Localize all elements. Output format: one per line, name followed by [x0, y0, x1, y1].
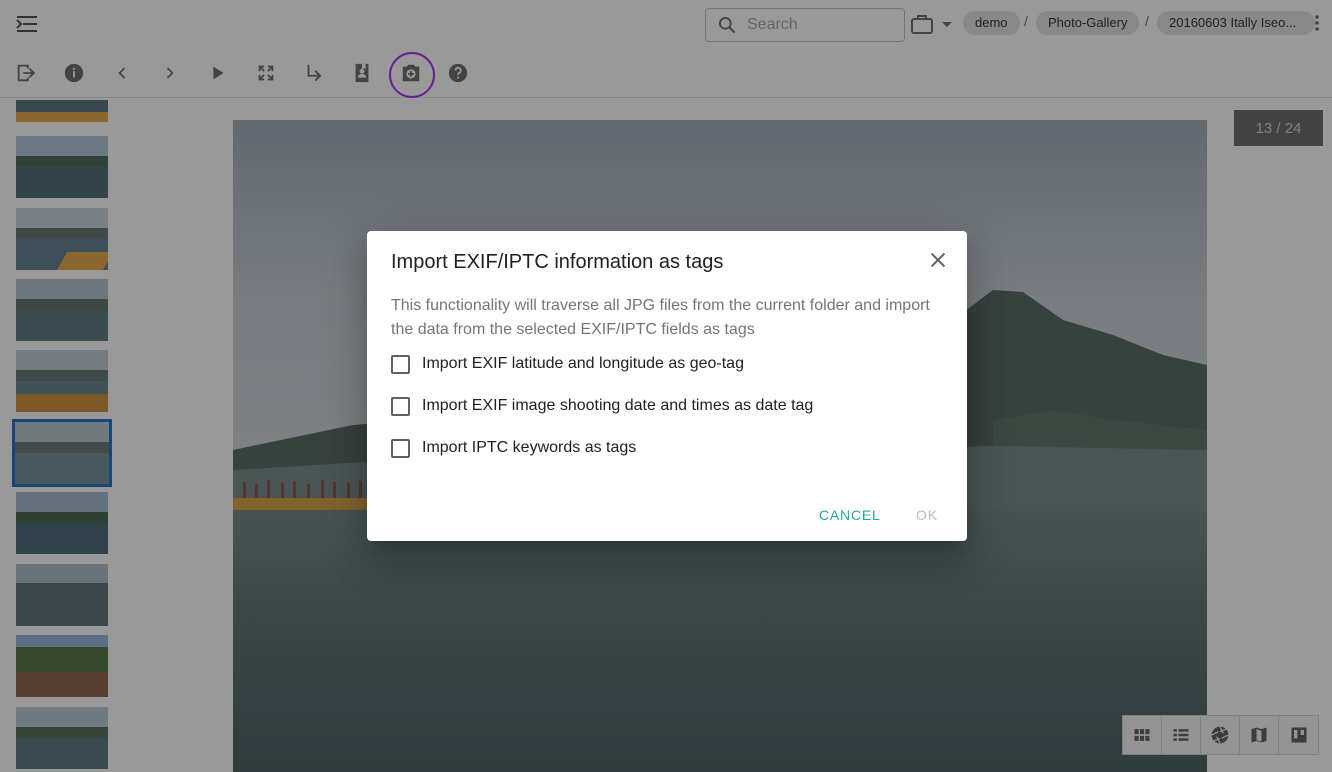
option-label: Import IPTC keywords as tags — [422, 439, 637, 456]
close-icon[interactable] — [927, 249, 949, 271]
checkbox[interactable] — [391, 354, 410, 374]
checkbox[interactable] — [391, 396, 410, 416]
import-exif-dialog: Import EXIF/IPTC information as tags Thi… — [367, 231, 967, 541]
option-geo-tag[interactable]: Import EXIF latitude and longitude as ge… — [391, 352, 744, 376]
dialog-description: This functionality will traverse all JPG… — [391, 297, 930, 338]
ok-button[interactable]: OK — [916, 501, 938, 529]
option-date-tag[interactable]: Import EXIF image shooting date and time… — [391, 394, 813, 418]
option-label: Import EXIF latitude and longitude as ge… — [422, 355, 744, 372]
option-label: Import EXIF image shooting date and time… — [422, 397, 814, 414]
cancel-button[interactable]: CANCEL — [819, 501, 881, 529]
dialog-title: Import EXIF/IPTC information as tags — [391, 251, 724, 273]
option-iptc-keywords[interactable]: Import IPTC keywords as tags — [391, 436, 636, 460]
checkbox[interactable] — [391, 438, 410, 458]
